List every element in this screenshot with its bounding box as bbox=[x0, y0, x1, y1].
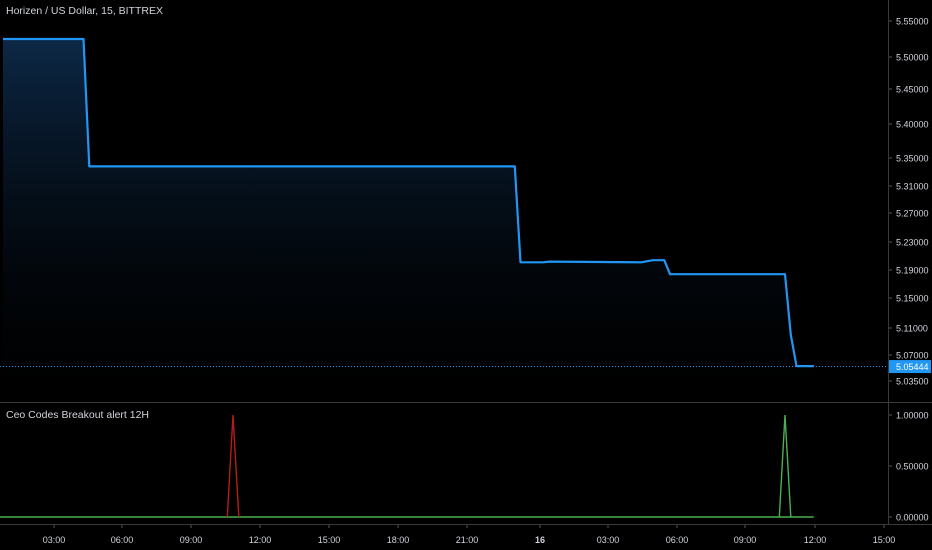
price-axis-label: 5.50000 bbox=[896, 53, 929, 63]
time-axis-label: 15:00 bbox=[873, 535, 896, 545]
time-axis-label: 12:00 bbox=[249, 535, 272, 545]
price-axis-label: 5.15000 bbox=[896, 294, 929, 304]
price-axis[interactable]: 5.55000 5.50000 5.45000 5.40000 5.35000 5.310… bbox=[888, 17, 931, 387]
time-axis-label: 21:00 bbox=[456, 535, 479, 545]
time-axis-label: 12:00 bbox=[804, 535, 827, 545]
price-axis-label: 5.40000 bbox=[896, 120, 929, 130]
price-axis-label: 5.31000 bbox=[896, 182, 929, 192]
price-area-path bbox=[3, 39, 814, 395]
indicator-title[interactable]: Ceo Codes Breakout alert 12H bbox=[6, 409, 149, 421]
time-axis-label: 09:00 bbox=[180, 535, 203, 545]
time-axis-label: 03:00 bbox=[43, 535, 66, 545]
price-axis-label: 5.19000 bbox=[896, 266, 929, 276]
chart-canvas: 5.55000 5.50000 5.45000 5.40000 5.35000 5.310… bbox=[0, 0, 932, 545]
time-axis-label: 03:00 bbox=[597, 535, 620, 545]
indicator-axis[interactable]: 1.00000 0.50000 0.00000 bbox=[888, 411, 929, 523]
time-axis-label: 06:00 bbox=[666, 535, 689, 545]
price-area-fill bbox=[3, 39, 814, 395]
price-axis-label: 5.55000 bbox=[896, 17, 929, 27]
last-price-label: 5.05444 bbox=[896, 362, 929, 372]
price-axis-label: 5.07000 bbox=[896, 351, 929, 361]
indicator-series bbox=[0, 414, 814, 518]
price-axis-label: 5.23000 bbox=[896, 238, 929, 248]
indicator-axis-label: 0.50000 bbox=[896, 462, 929, 472]
price-axis-label: 5.45000 bbox=[896, 85, 929, 95]
price-axis-label: 5.03500 bbox=[896, 377, 929, 387]
symbol-title[interactable]: Horizen / US Dollar, 15, BITTREX bbox=[6, 5, 163, 17]
time-axis[interactable]: 03:00 06:00 09:00 12:00 15:00 18:00 21:00 16 03:… bbox=[43, 524, 896, 545]
bull-signal-spike bbox=[778, 414, 792, 518]
indicator-axis-label: 1.00000 bbox=[896, 411, 929, 421]
time-axis-label: 15:00 bbox=[318, 535, 341, 545]
time-axis-label: 06:00 bbox=[111, 535, 134, 545]
indicator-axis-label: 0.00000 bbox=[896, 513, 929, 523]
bear-signal-spike bbox=[226, 414, 240, 518]
time-axis-label: 18:00 bbox=[387, 535, 410, 545]
price-axis-label: 5.35000 bbox=[896, 154, 929, 164]
price-axis-label: 5.27000 bbox=[896, 209, 929, 219]
time-axis-label: 16 bbox=[535, 535, 545, 545]
price-axis-label: 5.11000 bbox=[896, 324, 928, 334]
time-axis-label: 09:00 bbox=[734, 535, 757, 545]
